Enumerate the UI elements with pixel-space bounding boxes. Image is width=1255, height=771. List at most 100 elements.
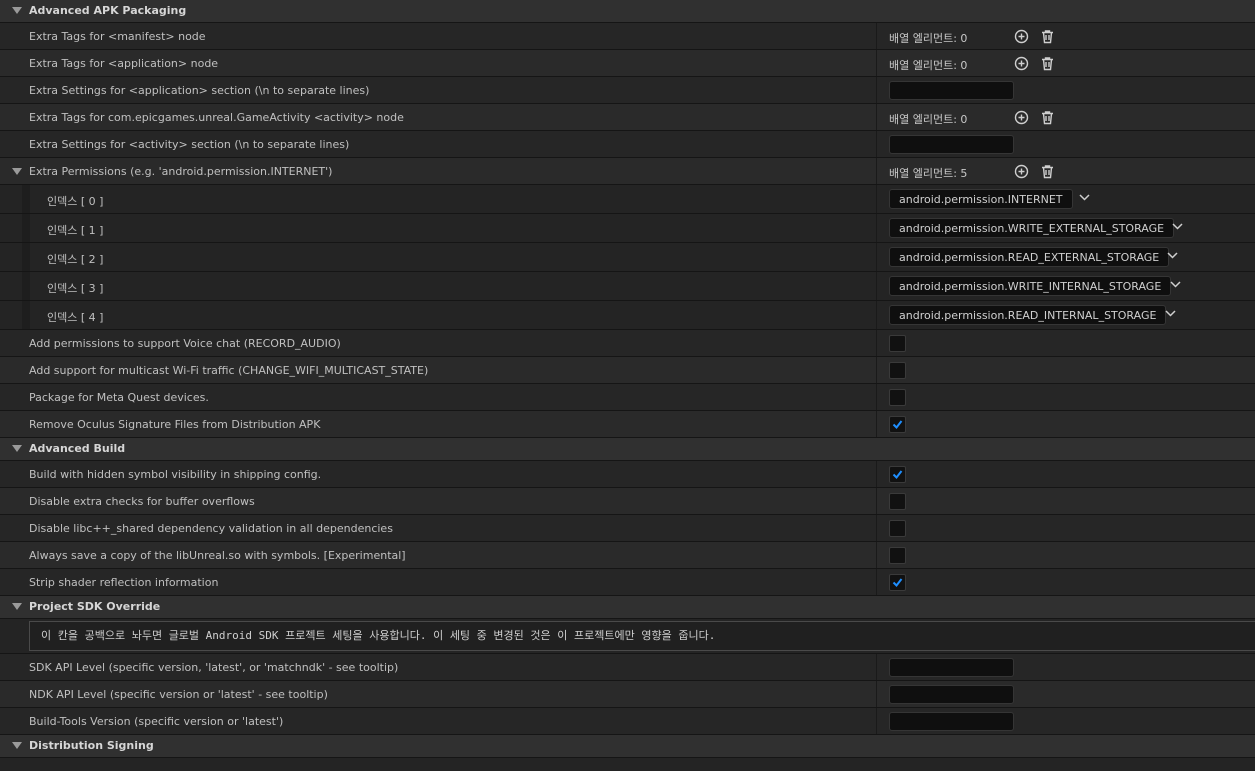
column-divider[interactable] xyxy=(876,654,877,680)
column-divider[interactable] xyxy=(876,131,877,157)
chevron-down-icon[interactable] xyxy=(1079,194,1090,201)
column-divider[interactable] xyxy=(876,569,877,595)
checkmark-icon xyxy=(892,470,903,480)
sdk-api-input[interactable] xyxy=(889,658,1014,677)
row-ndk-api-level: NDK API Level (specific version or 'late… xyxy=(0,681,1255,708)
column-divider[interactable] xyxy=(876,461,877,487)
index-label: 인덱스 [ 1 ] xyxy=(47,224,104,237)
column-divider[interactable] xyxy=(876,214,877,242)
plus-circle-icon[interactable] xyxy=(1014,29,1029,44)
collapse-triangle-icon[interactable] xyxy=(12,168,22,175)
save-copy-checkbox[interactable] xyxy=(889,547,906,564)
plus-circle-icon[interactable] xyxy=(1014,56,1029,71)
collapse-triangle-icon[interactable] xyxy=(12,742,22,749)
strip-shader-checkbox[interactable] xyxy=(889,574,906,591)
index-label: 인덱스 [ 2 ] xyxy=(47,253,104,266)
meta-quest-checkbox[interactable] xyxy=(889,389,906,406)
permission-item: 인덱스 [ 4 ] android.permission.READ_INTERN… xyxy=(0,301,1255,330)
row-meta-quest: Package for Meta Quest devices. xyxy=(0,384,1255,411)
indent-bar xyxy=(22,301,30,329)
permission-combo[interactable]: android.permission.INTERNET xyxy=(889,189,1073,209)
multicast-checkbox[interactable] xyxy=(889,362,906,379)
buffer-overflow-checkbox[interactable] xyxy=(889,493,906,510)
column-divider[interactable] xyxy=(876,272,877,300)
trash-icon[interactable] xyxy=(1040,29,1055,44)
permission-combo[interactable]: android.permission.WRITE_EXTERNAL_STORAG… xyxy=(889,218,1175,238)
collapse-triangle-icon[interactable] xyxy=(12,445,22,452)
column-divider[interactable] xyxy=(876,708,877,734)
permission-combo[interactable]: android.permission.WRITE_INTERNAL_STORAG… xyxy=(889,276,1172,296)
ndk-api-input[interactable] xyxy=(889,685,1014,704)
row-activity-tags: Extra Tags for com.epicgames.unreal.Game… xyxy=(0,104,1255,131)
application-settings-input[interactable] xyxy=(889,81,1014,100)
column-divider[interactable] xyxy=(876,77,877,103)
row-voice-chat: Add permissions to support Voice chat (R… xyxy=(0,330,1255,357)
column-divider[interactable] xyxy=(876,411,877,437)
column-divider[interactable] xyxy=(876,301,877,329)
section-project-sdk-override[interactable]: Project SDK Override xyxy=(0,596,1255,619)
indent-bar xyxy=(22,185,30,213)
property-label: Disable extra checks for buffer overflow… xyxy=(29,495,255,508)
property-label: Extra Settings for <application> section… xyxy=(29,84,370,97)
row-sdk-api-level: SDK API Level (specific version, 'latest… xyxy=(0,654,1255,681)
row-save-copy: Always save a copy of the libUnreal.so w… xyxy=(0,542,1255,569)
chevron-down-icon[interactable] xyxy=(1172,223,1183,230)
index-label: 인덱스 [ 4 ] xyxy=(47,311,104,324)
indent-bar xyxy=(22,272,30,300)
column-divider[interactable] xyxy=(876,488,877,514)
column-divider[interactable] xyxy=(876,357,877,383)
chevron-down-icon[interactable] xyxy=(1165,310,1176,317)
chevron-down-icon[interactable] xyxy=(1167,252,1178,259)
build-tools-input[interactable] xyxy=(889,712,1014,731)
property-label: Strip shader reflection information xyxy=(29,576,219,589)
property-label: Disable libc++_shared dependency validat… xyxy=(29,522,393,535)
row-multicast: Add support for multicast Wi-Fi traffic … xyxy=(0,357,1255,384)
column-divider[interactable] xyxy=(876,243,877,271)
property-label: Always save a copy of the libUnreal.so w… xyxy=(29,549,406,562)
column-divider[interactable] xyxy=(876,515,877,541)
column-divider[interactable] xyxy=(876,23,877,49)
column-divider[interactable] xyxy=(876,104,877,130)
trash-icon[interactable] xyxy=(1040,56,1055,71)
libcxx-checkbox[interactable] xyxy=(889,520,906,537)
row-build-tools-version: Build-Tools Version (specific version or… xyxy=(0,708,1255,735)
permission-combo[interactable]: android.permission.READ_INTERNAL_STORAGE xyxy=(889,305,1167,325)
array-count: 배열 엘리먼트: 0 xyxy=(889,59,968,72)
property-label: Extra Permissions (e.g. 'android.permiss… xyxy=(29,165,333,178)
property-label: SDK API Level (specific version, 'latest… xyxy=(29,661,399,674)
trash-icon[interactable] xyxy=(1040,110,1055,125)
collapse-triangle-icon[interactable] xyxy=(12,7,22,14)
section-title: Advanced Build xyxy=(29,442,126,455)
voice-chat-checkbox[interactable] xyxy=(889,335,906,352)
column-divider[interactable] xyxy=(876,330,877,356)
permission-combo[interactable]: android.permission.READ_EXTERNAL_STORAGE xyxy=(889,247,1170,267)
row-application-settings: Extra Settings for <application> section… xyxy=(0,77,1255,104)
array-count: 배열 엘리먼트: 0 xyxy=(889,32,968,45)
section-advanced-apk-packaging[interactable]: Advanced APK Packaging xyxy=(0,0,1255,23)
remove-oculus-checkbox[interactable] xyxy=(889,416,906,433)
hidden-symbol-checkbox[interactable] xyxy=(889,466,906,483)
row-application-tags: Extra Tags for <application> node 배열 엘리먼… xyxy=(0,50,1255,77)
collapse-triangle-icon[interactable] xyxy=(12,603,22,610)
activity-settings-input[interactable] xyxy=(889,135,1014,154)
permission-item: 인덱스 [ 0 ] android.permission.INTERNET xyxy=(0,185,1255,214)
row-remove-oculus: Remove Oculus Signature Files from Distr… xyxy=(0,411,1255,438)
section-advanced-build[interactable]: Advanced Build xyxy=(0,438,1255,461)
trash-icon[interactable] xyxy=(1040,164,1055,179)
column-divider[interactable] xyxy=(876,158,877,184)
section-distribution-signing[interactable]: Distribution Signing xyxy=(0,735,1255,758)
column-divider[interactable] xyxy=(876,681,877,707)
property-label: NDK API Level (specific version or 'late… xyxy=(29,688,328,701)
column-divider[interactable] xyxy=(876,384,877,410)
property-label: Add support for multicast Wi-Fi traffic … xyxy=(29,364,429,377)
plus-circle-icon[interactable] xyxy=(1014,164,1029,179)
column-divider[interactable] xyxy=(876,185,877,213)
checkmark-icon xyxy=(892,578,903,588)
plus-circle-icon[interactable] xyxy=(1014,110,1029,125)
property-label: Extra Tags for <manifest> node xyxy=(29,30,206,43)
column-divider[interactable] xyxy=(876,542,877,568)
chevron-down-icon[interactable] xyxy=(1170,281,1181,288)
column-divider[interactable] xyxy=(876,50,877,76)
index-label: 인덱스 [ 3 ] xyxy=(47,282,104,295)
row-buffer-overflow: Disable extra checks for buffer overflow… xyxy=(0,488,1255,515)
